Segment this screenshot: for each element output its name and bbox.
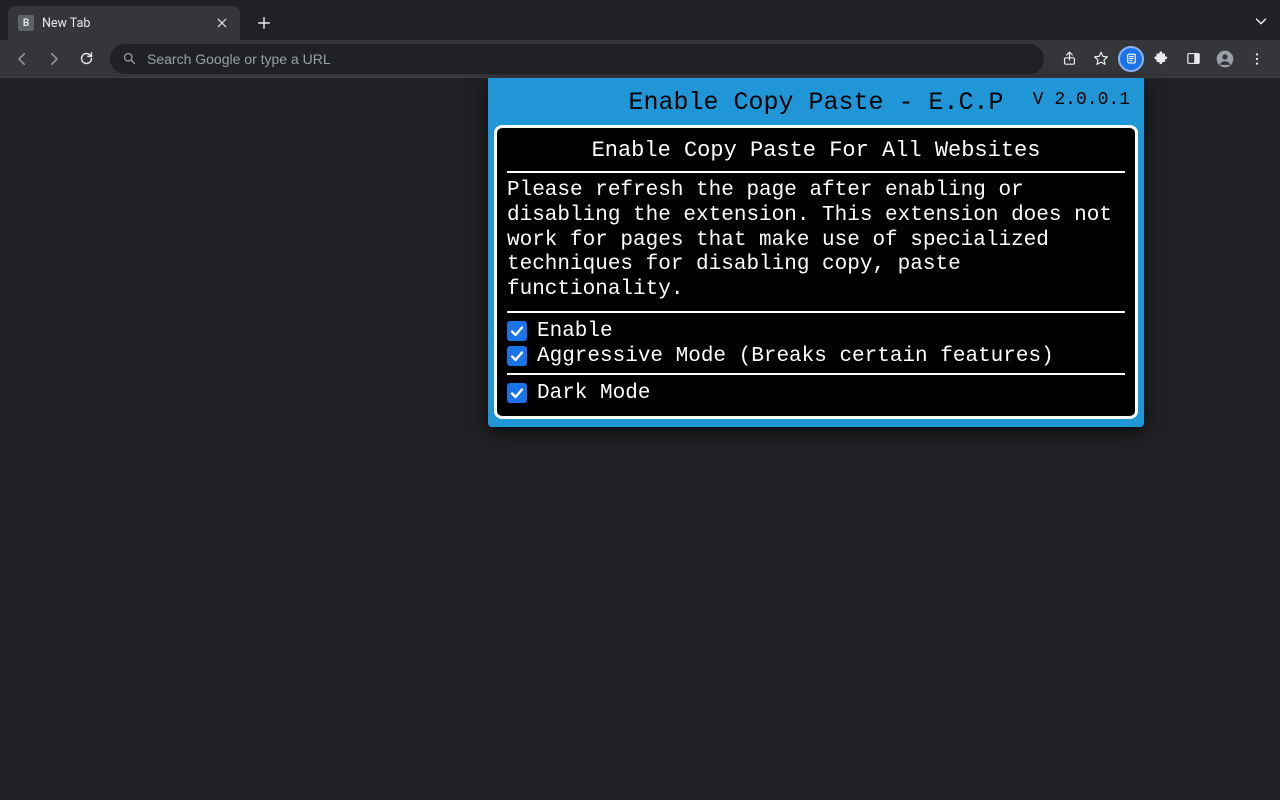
option-aggressive-row: Aggressive Mode (Breaks certain features…: [507, 344, 1125, 369]
search-icon: [122, 51, 137, 66]
tab-favicon: B: [18, 15, 34, 31]
active-extension-icon[interactable]: [1118, 46, 1144, 72]
option-dark-row: Dark Mode: [507, 381, 1125, 406]
extension-popup-body: Enable Copy Paste For All Websites Pleas…: [494, 125, 1138, 419]
enable-label: Enable: [537, 320, 613, 343]
tab-strip: B New Tab: [0, 0, 1280, 40]
extension-description: Please refresh the page after enabling o…: [507, 179, 1125, 311]
toolbar-actions: [1054, 44, 1272, 74]
tabs-dropdown-icon[interactable]: [1254, 14, 1268, 28]
toolbar: [0, 40, 1280, 78]
reload-button[interactable]: [72, 45, 100, 73]
profile-avatar-icon[interactable]: [1210, 44, 1240, 74]
extensions-puzzle-icon[interactable]: [1146, 44, 1176, 74]
aggressive-label: Aggressive Mode (Breaks certain features…: [537, 345, 1054, 368]
divider: [507, 311, 1125, 313]
divider: [507, 373, 1125, 375]
page-content: Enable Copy Paste - E.C.P V 2.0.0.1 Enab…: [0, 78, 1280, 800]
enable-checkbox[interactable]: [507, 321, 527, 341]
extension-version: V 2.0.0.1: [1033, 90, 1130, 110]
extension-popup-header: Enable Copy Paste - E.C.P V 2.0.0.1: [494, 84, 1138, 125]
tab-title: New Tab: [42, 16, 206, 31]
share-icon[interactable]: [1054, 44, 1084, 74]
dark-mode-checkbox[interactable]: [507, 383, 527, 403]
option-enable-row: Enable: [507, 319, 1125, 344]
close-tab-icon[interactable]: [214, 15, 230, 31]
address-input[interactable]: [147, 51, 1032, 67]
dark-mode-label: Dark Mode: [537, 382, 650, 405]
side-panel-icon[interactable]: [1178, 44, 1208, 74]
menu-dots-icon[interactable]: [1242, 44, 1272, 74]
divider: [507, 171, 1125, 173]
extension-subtitle: Enable Copy Paste For All Websites: [507, 134, 1125, 171]
omnibox[interactable]: [110, 44, 1044, 74]
extension-popup: Enable Copy Paste - E.C.P V 2.0.0.1 Enab…: [488, 78, 1144, 427]
bookmark-star-icon[interactable]: [1086, 44, 1116, 74]
forward-button[interactable]: [40, 45, 68, 73]
new-tab-button[interactable]: [250, 9, 278, 37]
back-button[interactable]: [8, 45, 36, 73]
extension-title: Enable Copy Paste - E.C.P: [628, 88, 1003, 117]
aggressive-checkbox[interactable]: [507, 346, 527, 366]
browser-tab[interactable]: B New Tab: [8, 6, 240, 40]
